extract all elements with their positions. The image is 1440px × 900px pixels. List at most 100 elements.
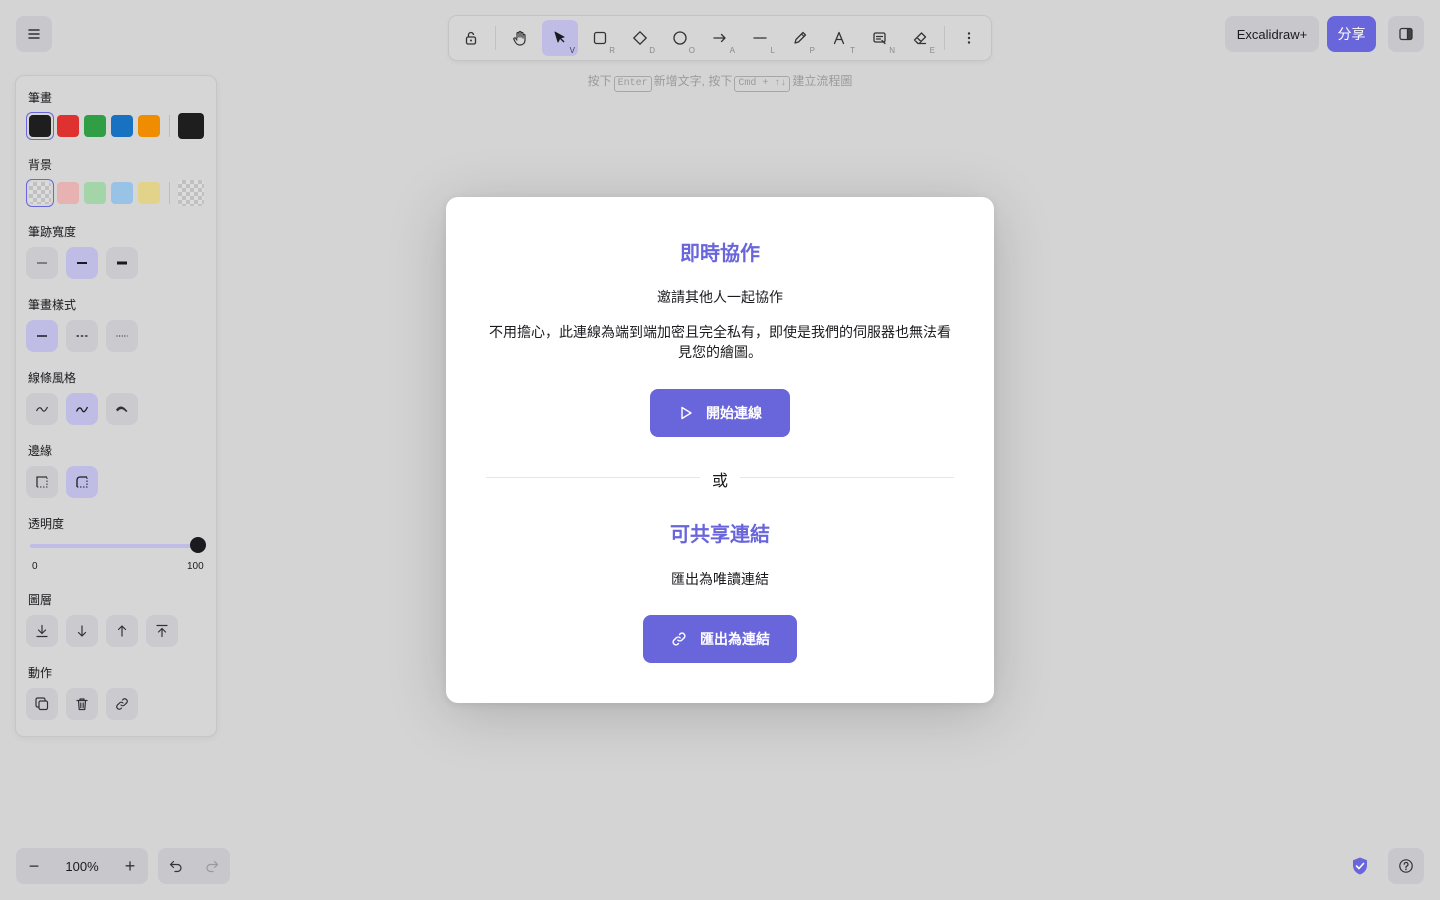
cartoonist-icon [115,406,128,412]
undo-button[interactable] [158,848,194,884]
redo-button[interactable] [194,848,230,884]
tool-shortcut: R [609,46,615,55]
stroke-current-color[interactable] [178,113,204,139]
background-color-row [26,179,209,207]
send-backward-button[interactable] [66,615,98,647]
delete-button[interactable] [66,688,98,720]
tool-shortcut: V [569,46,575,55]
link-icon [116,698,128,710]
start-session-button[interactable]: 開始連線 [650,389,790,437]
stroke-color-row [26,112,209,140]
tool-hand[interactable] [502,20,538,56]
toolbar-divider [495,26,496,50]
tool-selection[interactable]: V [542,20,578,56]
stroke-style-dashed[interactable] [66,320,98,352]
bg-swatch-transparent[interactable] [26,179,54,207]
pencil-icon [794,31,807,44]
lock-icon [465,31,477,45]
pointer-icon [554,31,565,43]
tool-more[interactable] [951,20,987,56]
share-button[interactable]: 分享 [1327,16,1376,52]
tool-arrow[interactable]: A [702,20,738,56]
zoom-reset-button[interactable]: 100% [52,848,112,884]
thin-line-icon [37,262,47,264]
tool-lock[interactable] [453,20,489,56]
opacity-slider-track[interactable] [30,544,206,548]
sidebar-toggle-icon [1399,27,1413,41]
zoom-in-button[interactable]: + [112,848,148,884]
toolbar-divider [944,26,945,50]
sharp-corner-icon [36,476,48,488]
artist-icon [75,406,89,413]
bring-forward-button[interactable] [106,615,138,647]
send-to-back-button[interactable] [26,615,58,647]
hamburger-icon [28,29,40,39]
link-icon [672,632,686,646]
layers-title: 圖層 [28,593,53,607]
bg-current-color[interactable] [178,180,204,206]
excalidraw-plus-button[interactable]: Excalidraw+ [1225,16,1319,52]
send-to-back-icon [36,624,48,638]
stroke-style-solid[interactable] [26,320,58,352]
start-session-label: 開始連線 [706,405,762,421]
bg-swatch-yellow[interactable] [138,182,160,204]
opacity-min-label: 0 [32,561,38,572]
sloppiness-cartoonist[interactable] [106,393,138,425]
edges-sharp[interactable] [26,466,58,498]
stroke-width-extra-bold[interactable] [106,247,138,279]
tool-ellipse[interactable]: O [662,20,698,56]
sloppiness-title: 線條風格 [28,371,77,385]
stroke-swatch-red[interactable] [57,115,79,137]
encryption-shield-icon[interactable] [1350,856,1370,876]
hint-key: Enter [613,76,652,92]
tool-diamond[interactable]: D [622,20,658,56]
stroke-width-row [26,247,146,279]
undo-icon [169,860,182,873]
link-button[interactable] [106,688,138,720]
arrow-up-icon [117,625,127,637]
tool-draw[interactable]: P [782,20,818,56]
stroke-swatch-blue[interactable] [111,115,133,137]
trash-icon [76,698,88,711]
help-button[interactable] [1388,848,1424,884]
bold-line-icon [77,262,87,264]
stroke-swatch-black[interactable] [26,112,54,140]
main-menu-button[interactable] [16,16,52,52]
tool-text[interactable]: T [822,20,858,56]
rectangle-icon [593,31,607,45]
bg-swatch-blue[interactable] [111,182,133,204]
zoom-out-button[interactable]: − [16,848,52,884]
dotted-line-icon [116,335,128,337]
stroke-width-thin[interactable] [26,247,58,279]
opacity-max-label: 100 [187,561,204,572]
sloppiness-artist[interactable] [66,393,98,425]
library-button[interactable] [1388,16,1424,52]
bg-swatch-pink[interactable] [57,182,79,204]
hint-text: 新增文字, 按下 [653,74,733,88]
stroke-swatch-orange[interactable] [138,115,160,137]
stroke-width-bold[interactable] [66,247,98,279]
zoom-controls: − 100% + [16,848,148,884]
bg-swatch-green[interactable] [84,182,106,204]
eraser-icon [913,32,927,45]
opacity-slider-thumb[interactable] [190,537,206,553]
edges-round[interactable] [66,466,98,498]
tool-line[interactable]: L [742,20,778,56]
bring-to-front-button[interactable] [146,615,178,647]
export-link-button[interactable]: 匯出為連結 [643,615,797,663]
tool-eraser[interactable]: E [902,20,938,56]
sloppiness-architect[interactable] [26,393,58,425]
opacity-title: 透明度 [28,517,65,531]
collaboration-dialog: 即時協作 邀請其他人一起協作 不用擔心，此連線為端到端加密且完全私有，即使是我們… [446,197,994,703]
canvas-hint: 按下 Enter 新增文字, 按下 Cmd + ↑↓ 建立流程圖 [0,72,1440,92]
stroke-style-dotted[interactable] [106,320,138,352]
tool-rectangle[interactable]: R [582,20,618,56]
shapes-toolbar: V R D O A L P T N E [449,16,991,60]
duplicate-button[interactable] [26,688,58,720]
stroke-swatch-green[interactable] [84,115,106,137]
background-title: 背景 [28,158,53,172]
text-icon [833,31,845,45]
tool-shortcut: A [729,46,735,55]
tool-image[interactable]: N [862,20,898,56]
diamond-icon [633,31,647,45]
